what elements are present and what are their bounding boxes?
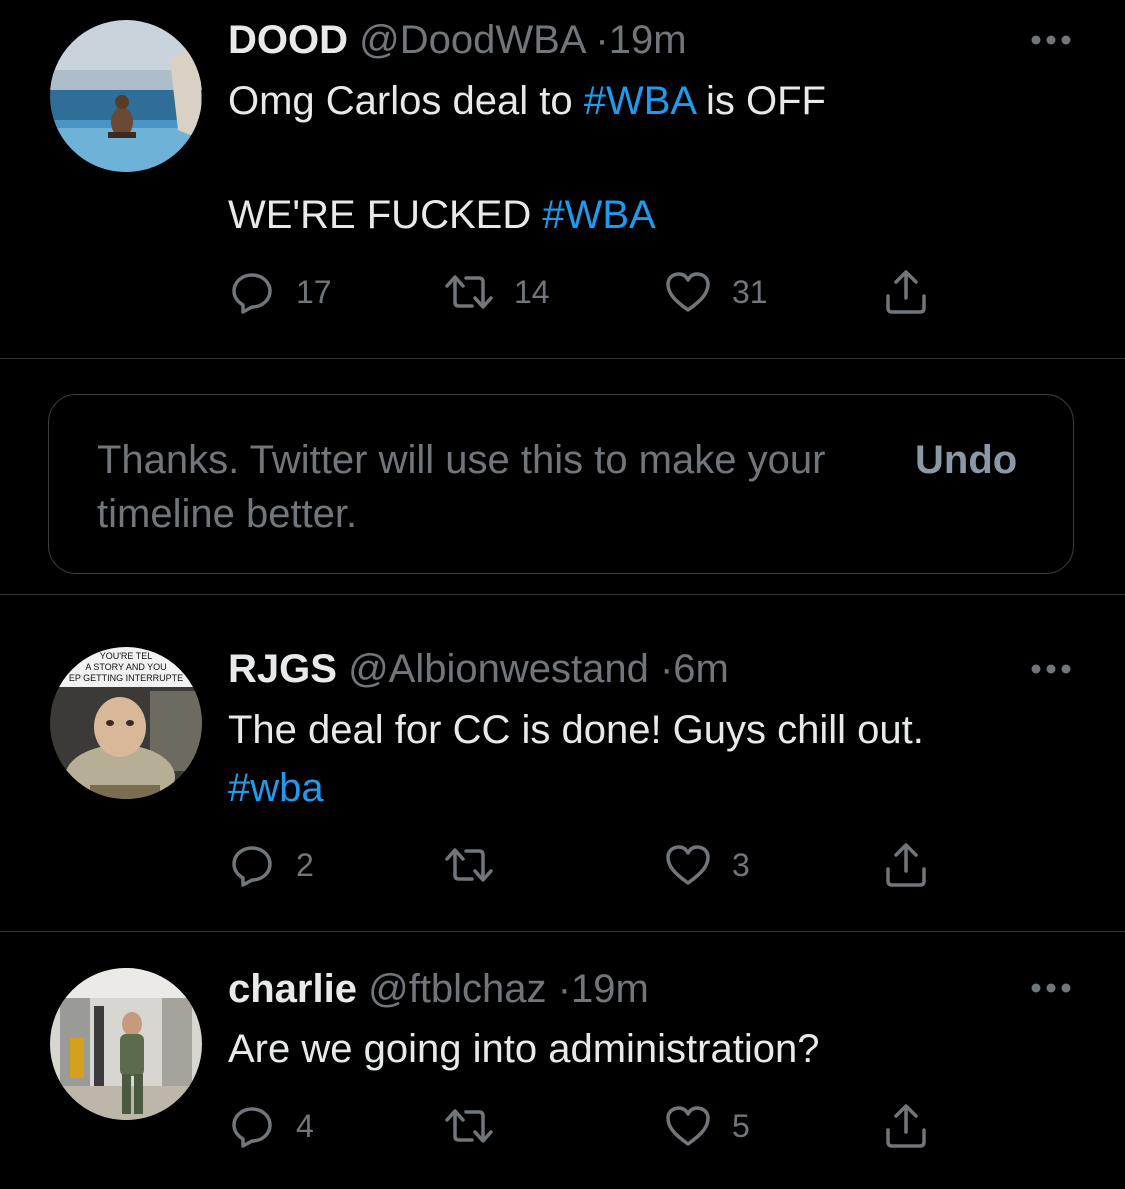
tweet-text-line: #wba bbox=[228, 759, 324, 817]
reply-button[interactable]: 17 bbox=[228, 268, 332, 316]
like-count: 31 bbox=[732, 273, 768, 310]
tweet-text-line: Are we going into administration? bbox=[228, 1020, 819, 1078]
tweet-text-line: WE'RE FUCKED #WBA bbox=[228, 186, 656, 244]
hashtag-link[interactable]: #WBA bbox=[542, 193, 655, 237]
caption-line: YOU'RE TEL bbox=[100, 651, 153, 661]
divider bbox=[0, 358, 1125, 359]
tweet-header: DOOD @DoodWBA ·19m bbox=[228, 16, 687, 64]
tweet-text-line: The deal for CC is done! Guys chill out. bbox=[228, 701, 924, 759]
tweet-header: RJGS @Albionwestand ·6m bbox=[228, 645, 729, 693]
avatar-gym-selfie-photo bbox=[50, 968, 202, 1120]
reply-icon bbox=[232, 846, 272, 887]
caption-line: A STORY AND YOU bbox=[85, 662, 166, 672]
reply-button[interactable]: 2 bbox=[228, 841, 314, 889]
tweet-rjgs[interactable]: YOU'RE TEL A STORY AND YOU EP GETTING IN… bbox=[0, 595, 1125, 931]
like-button[interactable]: 31 bbox=[664, 268, 768, 316]
timestamp[interactable]: 6m bbox=[673, 647, 729, 691]
tweet-text: Omg Carlos deal to bbox=[228, 79, 584, 123]
share-button[interactable] bbox=[882, 268, 930, 316]
reply-icon bbox=[232, 1107, 272, 1148]
retweet-button[interactable] bbox=[444, 841, 514, 889]
tweet-actions: 17 14 31 bbox=[0, 268, 1125, 316]
tweet-charlie[interactable]: charlie @ftblchaz ·19m Are we going into… bbox=[0, 932, 1125, 1189]
avatar-pool-photo bbox=[50, 20, 202, 172]
share-button[interactable] bbox=[882, 1102, 930, 1150]
like-count: 5 bbox=[732, 1107, 750, 1144]
like-count: 3 bbox=[732, 846, 750, 883]
share-icon bbox=[886, 843, 926, 887]
tweet-header: charlie @ftblchaz ·19m bbox=[228, 965, 649, 1013]
more-options-button[interactable] bbox=[1028, 978, 1074, 998]
user-handle[interactable]: @ftblchaz bbox=[368, 967, 546, 1011]
display-name[interactable]: charlie bbox=[228, 967, 357, 1011]
more-options-icon bbox=[1031, 664, 1071, 674]
reply-button[interactable]: 4 bbox=[228, 1102, 314, 1150]
share-icon bbox=[886, 270, 926, 314]
retweet-count: 14 bbox=[514, 273, 550, 310]
retweet-icon bbox=[445, 1109, 493, 1143]
more-options-icon bbox=[1031, 35, 1071, 45]
avatar-meme-photo: YOU'RE TEL A STORY AND YOU EP GETTING IN… bbox=[50, 647, 202, 799]
share-icon bbox=[886, 1104, 926, 1148]
tweet-dood[interactable]: DOOD @DoodWBA ·19m Omg Carlos deal to #W… bbox=[0, 0, 1125, 358]
avatar[interactable] bbox=[50, 968, 202, 1120]
tweet-actions: 4 5 bbox=[0, 1102, 1125, 1150]
timestamp[interactable]: 19m bbox=[571, 967, 649, 1011]
avatar[interactable]: YOU'RE TEL A STORY AND YOU EP GETTING IN… bbox=[50, 647, 202, 799]
more-options-button[interactable] bbox=[1028, 659, 1074, 679]
reply-count: 17 bbox=[296, 273, 332, 310]
separator-dot: · bbox=[659, 647, 674, 691]
hashtag-link[interactable]: #WBA bbox=[584, 79, 695, 123]
like-button[interactable]: 5 bbox=[664, 1102, 750, 1150]
retweet-button[interactable]: 14 bbox=[444, 268, 550, 316]
separator-dot: · bbox=[595, 18, 609, 62]
feedback-notice: Thanks. Twitter will use this to make yo… bbox=[48, 394, 1074, 574]
tweet-text-line: Omg Carlos deal to #WBA is OFF bbox=[228, 72, 826, 130]
tweet-text: Are we going into administration? bbox=[228, 1027, 820, 1071]
tweet-actions: 2 3 bbox=[0, 841, 1125, 889]
display-name[interactable]: DOOD bbox=[228, 18, 348, 62]
more-options-icon bbox=[1031, 983, 1071, 993]
display-name[interactable]: RJGS bbox=[228, 647, 337, 691]
avatar[interactable] bbox=[50, 20, 202, 172]
hashtag-link[interactable]: #wba bbox=[228, 766, 324, 810]
tweet-text: is OFF bbox=[694, 79, 826, 123]
feedback-message: Thanks. Twitter will use this to make yo… bbox=[97, 438, 826, 536]
user-handle[interactable]: @DoodWBA bbox=[359, 18, 584, 62]
undo-button[interactable]: Undo bbox=[915, 433, 1017, 487]
like-button[interactable]: 3 bbox=[664, 841, 750, 889]
tweet-text: The deal for CC is done! Guys chill out. bbox=[228, 708, 924, 752]
reply-count: 2 bbox=[296, 846, 314, 883]
retweet-icon bbox=[445, 848, 493, 882]
share-button[interactable] bbox=[882, 841, 930, 889]
timestamp[interactable]: 19m bbox=[609, 18, 687, 62]
tweet-text: WE'RE FUCKED bbox=[228, 193, 543, 237]
more-options-button[interactable] bbox=[1028, 30, 1074, 50]
reply-count: 4 bbox=[296, 1107, 314, 1144]
reply-icon bbox=[232, 273, 272, 314]
user-handle[interactable]: @Albionwestand bbox=[348, 647, 649, 691]
heart-icon bbox=[666, 272, 710, 312]
heart-icon bbox=[666, 1106, 710, 1146]
caption-line: EP GETTING INTERRUPTE bbox=[69, 673, 183, 683]
retweet-icon bbox=[445, 275, 493, 309]
heart-icon bbox=[666, 845, 710, 885]
separator-dot: · bbox=[557, 967, 572, 1011]
retweet-button[interactable] bbox=[444, 1102, 514, 1150]
